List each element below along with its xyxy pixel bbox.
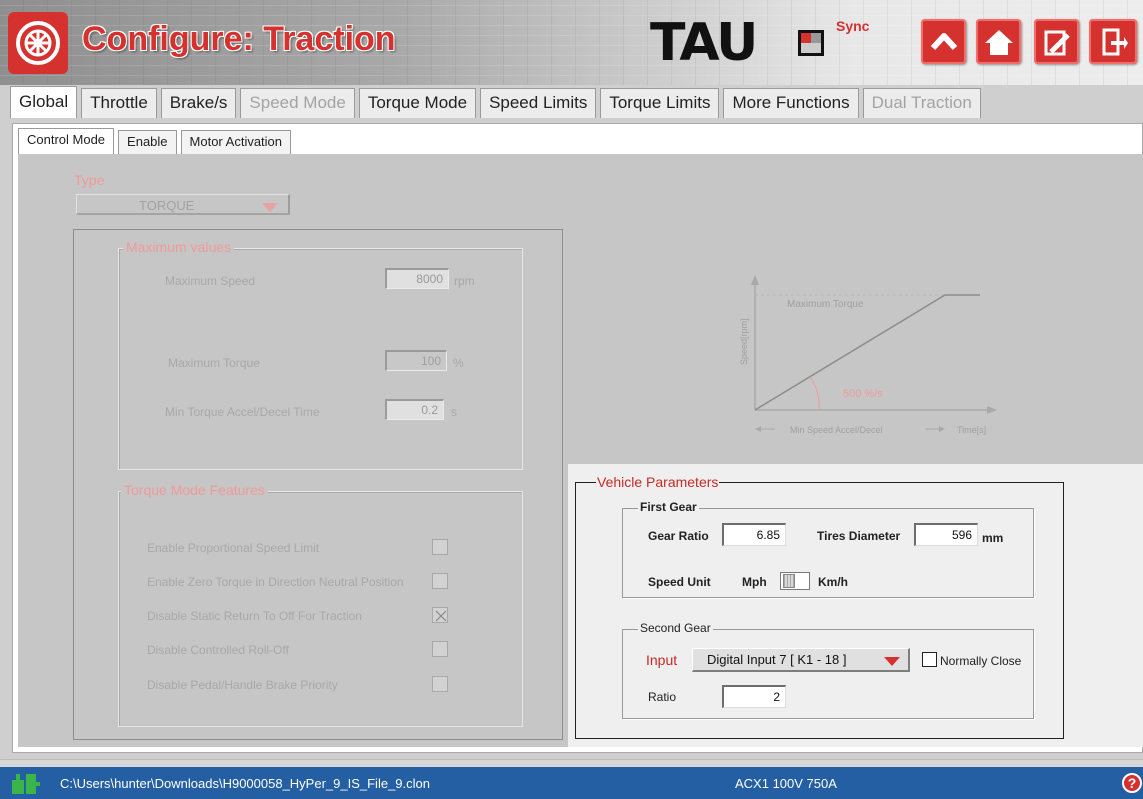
normally-close-label: Normally Close: [940, 654, 1022, 668]
tab-dual-traction[interactable]: Dual Traction: [862, 88, 981, 118]
input-label: Input: [646, 652, 678, 668]
home-button[interactable]: [976, 19, 1021, 64]
device-name: ACX1 100V 750A: [735, 776, 837, 791]
file-path: C:\Users\hunter\Downloads\H9000058_HyPer…: [60, 776, 430, 791]
speed-unit-mph-label: Mph: [742, 575, 767, 589]
gear-ratio-label: Gear Ratio: [648, 529, 709, 543]
type-label: Type: [74, 172, 105, 188]
feature-checkbox-static-return-off[interactable]: [432, 607, 448, 623]
brand-text: TAU: [650, 13, 758, 73]
graph-rate-label: 500 %/s: [843, 388, 883, 400]
tires-diameter-label: Tires Diameter: [817, 529, 901, 543]
tab-global[interactable]: Global: [10, 86, 78, 118]
x-axis-arrow-icon: [987, 406, 997, 414]
header-bar: Configure: Traction TAU Sync: [0, 0, 1143, 85]
status-divider: [0, 759, 1143, 767]
brand-square-icon: [798, 30, 824, 56]
feature-checkbox-proportional-speed-limit[interactable]: [432, 539, 448, 555]
dropdown-arrow-icon: [884, 657, 900, 666]
brand-suffix: Sync: [836, 18, 870, 34]
main-tab-bar: Global Throttle Brake/s Speed Mode Torqu…: [10, 86, 985, 118]
graph-top-label: Maximum Torque: [787, 299, 864, 310]
edit-profile-icon: [1044, 30, 1070, 55]
type-select[interactable]: TORQUE: [76, 194, 290, 215]
accel-time-unit: s: [451, 405, 457, 419]
chevron-up-icon: [930, 32, 957, 50]
accel-time-label: Min Torque Accel/Decel Time: [165, 405, 320, 419]
feature-label: Enable Zero Torque in Direction Neutral …: [147, 575, 404, 589]
toggle-knob: [783, 574, 795, 588]
brand-logo: TAU Sync: [650, 13, 900, 73]
tab-more-functions[interactable]: More Functions: [723, 88, 859, 118]
torque-mode-features-title: Torque Mode Features: [121, 482, 268, 498]
y-axis-arrow-icon: [751, 275, 759, 285]
speed-unit-label: Speed Unit: [648, 575, 711, 589]
feature-label: Disable Controlled Roll-Off: [147, 643, 289, 657]
sub-tab-bar: Control Mode Enable Motor Activation: [18, 128, 295, 154]
vehicle-parameters-title: Vehicle Parameters: [596, 474, 720, 490]
help-icon[interactable]: ?: [1122, 773, 1142, 793]
subtab-motor-activation[interactable]: Motor Activation: [180, 130, 292, 154]
max-torque-unit: %: [453, 356, 464, 370]
home-icon: [984, 29, 1013, 55]
dim-left-arrow-icon: [755, 426, 761, 432]
speed-unit-toggle[interactable]: [780, 572, 810, 590]
second-gear-title: Second Gear: [638, 621, 713, 635]
torque-ramp-diagram: Maximum Torque 500 %/s Speed[rpm] Min Sp…: [739, 275, 997, 435]
edit-profile-button[interactable]: [1034, 19, 1079, 64]
accel-time-field[interactable]: 0.2: [385, 399, 444, 420]
normally-close-checkbox[interactable]: [922, 652, 937, 667]
exit-button[interactable]: [1089, 19, 1137, 64]
ratio-field[interactable]: 2: [722, 685, 786, 708]
max-torque-field[interactable]: 100: [385, 350, 447, 371]
tires-diameter-field[interactable]: 596: [914, 523, 978, 546]
tab-torque-mode[interactable]: Torque Mode: [358, 88, 477, 118]
feature-label: Enable Proportional Speed Limit: [147, 541, 320, 555]
subtab-control-mode[interactable]: Control Mode: [18, 128, 115, 154]
maximum-values-title: Maximum values: [123, 239, 235, 255]
ratio-label: Ratio: [648, 690, 677, 704]
tab-brakes[interactable]: Brake/s: [160, 88, 237, 118]
tab-torque-limits[interactable]: Torque Limits: [600, 88, 720, 118]
check-x-icon: [435, 610, 447, 622]
type-select-value: TORQUE: [139, 198, 195, 213]
collapse-up-button[interactable]: [921, 19, 966, 64]
graph-time-label: Time[s]: [957, 425, 986, 435]
feature-checkbox-pedal-brake-priority[interactable]: [432, 676, 448, 692]
graph-y-label: Speed[rpm]: [739, 318, 749, 365]
tab-speed-limits[interactable]: Speed Limits: [480, 88, 597, 118]
graph-x-label: Min Speed Accel/Decel: [790, 425, 883, 435]
gear-ratio-field[interactable]: 6.85: [722, 523, 786, 546]
feature-checkbox-controlled-roll-off[interactable]: [432, 641, 448, 657]
exit-door-icon: [1102, 28, 1128, 55]
tab-speed-mode[interactable]: Speed Mode: [240, 88, 355, 118]
second-gear-input-value: Digital Input 7 [ K1 - 18 ]: [707, 652, 847, 667]
feature-label: Disable Static Return To Off For Tractio…: [147, 609, 362, 623]
second-gear-input-select[interactable]: Digital Input 7 [ K1 - 18 ]: [692, 648, 910, 672]
max-speed-field[interactable]: 8000: [385, 268, 449, 289]
speed-unit-kmh-label: Km/h: [818, 575, 848, 589]
feature-label: Disable Pedal/Handle Brake Priority: [147, 678, 338, 692]
connection-status-icon: [12, 774, 40, 794]
second-gear-group: [622, 629, 1034, 719]
page-title: Configure: Traction: [82, 20, 396, 58]
max-speed-unit: rpm: [454, 274, 475, 288]
max-speed-label: Maximum Speed: [165, 274, 256, 288]
tab-throttle[interactable]: Throttle: [81, 88, 157, 118]
max-torque-label: Maximum Torque: [168, 356, 260, 370]
tires-diameter-unit: mm: [982, 531, 1004, 545]
status-bar: C:\Users\hunter\Downloads\H9000058_HyPer…: [0, 767, 1143, 799]
dim-right-arrow-icon: [939, 426, 945, 432]
first-gear-title: First Gear: [638, 500, 699, 514]
feature-checkbox-zero-torque-neutral[interactable]: [432, 573, 448, 589]
rate-arc: [809, 376, 820, 411]
app-logo-icon: [8, 12, 68, 74]
dropdown-arrow-icon: [262, 203, 278, 212]
subtab-enable[interactable]: Enable: [118, 130, 177, 154]
